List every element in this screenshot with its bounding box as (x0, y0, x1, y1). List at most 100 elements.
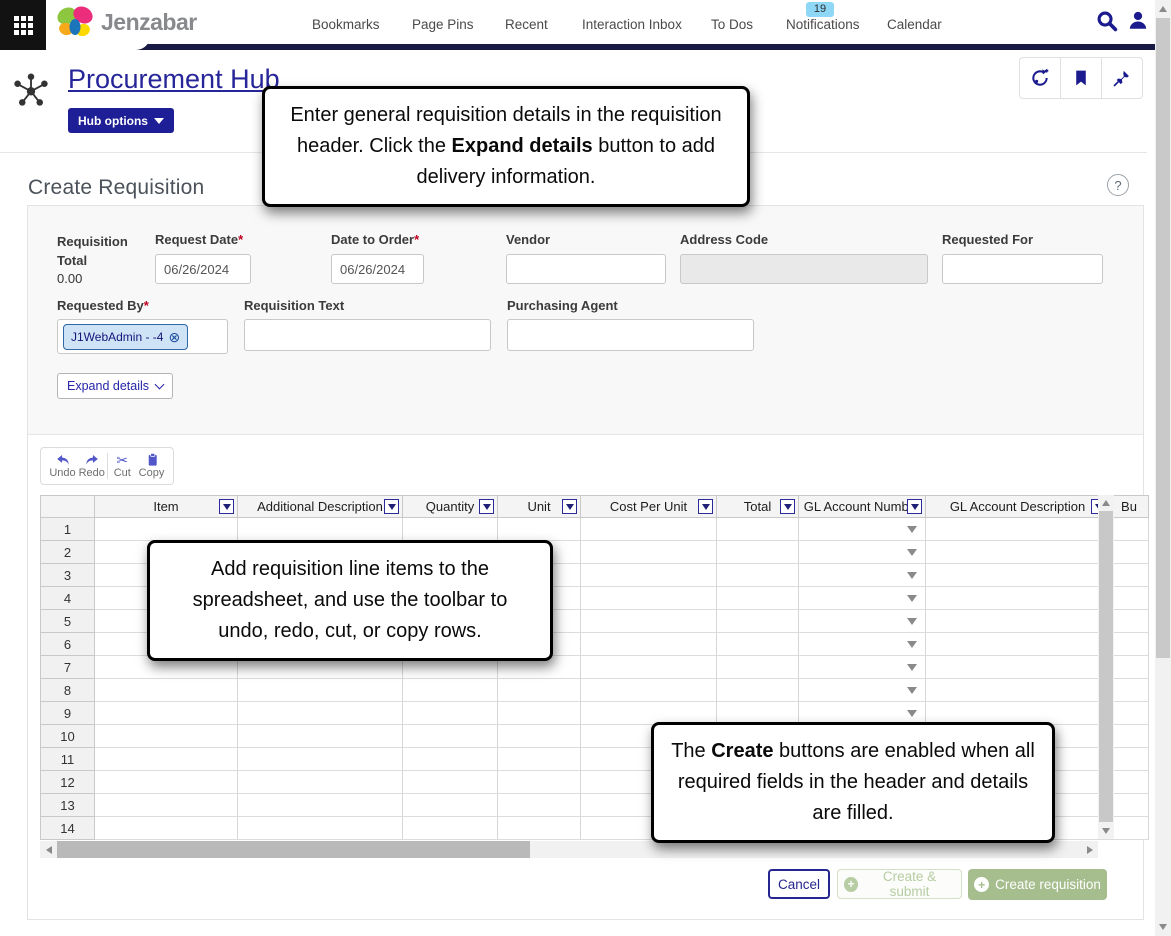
row-header[interactable]: 11 (41, 748, 95, 771)
grid-cell[interactable] (926, 610, 1110, 633)
grid-cell[interactable] (799, 518, 926, 541)
nav-interaction-inbox[interactable]: Interaction Inbox (582, 17, 682, 32)
grid-cell[interactable] (1110, 702, 1149, 725)
filter-button[interactable] (479, 499, 494, 514)
grid-cell[interactable] (95, 725, 238, 748)
nav-bookmarks[interactable]: Bookmarks (312, 17, 380, 32)
requisition-text-input[interactable] (244, 319, 491, 351)
grid-cell[interactable] (498, 817, 581, 840)
row-header[interactable]: 10 (41, 725, 95, 748)
grid-cell[interactable] (926, 587, 1110, 610)
grid-cell[interactable] (498, 702, 581, 725)
grid-cell[interactable] (1110, 518, 1149, 541)
grid-cell[interactable] (926, 679, 1110, 702)
row-header[interactable]: 3 (41, 564, 95, 587)
grid-cell[interactable] (498, 771, 581, 794)
grid-cell[interactable] (717, 541, 799, 564)
grid-cell[interactable] (403, 679, 498, 702)
request-date-input[interactable] (155, 254, 251, 284)
undo-button[interactable]: Undo (48, 452, 77, 480)
hub-options-button[interactable]: Hub options (68, 108, 174, 133)
grid-cell[interactable] (1110, 771, 1149, 794)
grid-cell[interactable] (1110, 564, 1149, 587)
grid-cell[interactable] (238, 817, 403, 840)
grid-cell[interactable] (717, 518, 799, 541)
grid-cell[interactable] (581, 518, 717, 541)
page-vertical-scrollbar[interactable] (1155, 0, 1171, 936)
grid-cell[interactable] (717, 679, 799, 702)
nav-page-pins[interactable]: Page Pins (412, 17, 474, 32)
date-to-order-input[interactable] (331, 254, 424, 284)
row-header[interactable]: 7 (41, 656, 95, 679)
grid-cell[interactable] (238, 725, 403, 748)
grid-cell[interactable] (581, 587, 717, 610)
row-header[interactable]: 5 (41, 610, 95, 633)
grid-cell[interactable] (581, 633, 717, 656)
grid-cell[interactable] (799, 679, 926, 702)
grid-cell[interactable] (95, 679, 238, 702)
copy-button[interactable]: Copy (137, 452, 166, 480)
grid-cell[interactable] (717, 587, 799, 610)
grid-cell[interactable] (717, 633, 799, 656)
grid-cell[interactable] (498, 794, 581, 817)
grid-cell[interactable] (1110, 748, 1149, 771)
grid-cell[interactable] (403, 817, 498, 840)
requested-by-input[interactable]: J1WebAdmin - -4 ⊗ (57, 319, 228, 354)
nav-recent[interactable]: Recent (505, 17, 548, 32)
grid-cell[interactable] (581, 679, 717, 702)
scroll-down-arrow-icon[interactable] (1159, 924, 1167, 930)
filter-button[interactable] (907, 499, 922, 514)
grid-cell[interactable] (581, 610, 717, 633)
recents-add-button[interactable] (1019, 57, 1061, 99)
row-header[interactable]: 4 (41, 587, 95, 610)
grid-cell[interactable] (498, 725, 581, 748)
grid-cell[interactable] (581, 656, 717, 679)
app-launcher-button[interactable] (0, 0, 46, 50)
grid-cell[interactable] (1110, 794, 1149, 817)
grid-cell[interactable] (926, 518, 1110, 541)
row-header[interactable]: 9 (41, 702, 95, 725)
grid-cell[interactable] (95, 794, 238, 817)
grid-cell[interactable] (95, 817, 238, 840)
grid-cell[interactable] (1110, 656, 1149, 679)
grid-cell[interactable] (238, 794, 403, 817)
grid-cell[interactable] (238, 771, 403, 794)
row-header[interactable]: 14 (41, 817, 95, 840)
row-header[interactable]: 1 (41, 518, 95, 541)
grid-cell[interactable] (1110, 817, 1149, 840)
grid-cell[interactable] (799, 656, 926, 679)
grid-hscroll-thumb[interactable] (57, 841, 530, 858)
chip-remove-icon[interactable]: ⊗ (168, 330, 180, 344)
grid-cell[interactable] (238, 679, 403, 702)
user-profile-icon[interactable] (1128, 10, 1148, 35)
grid-cell[interactable] (498, 748, 581, 771)
pin-button[interactable] (1101, 57, 1143, 99)
grid-cell[interactable] (717, 656, 799, 679)
hub-title-link[interactable]: Procurement Hub (68, 64, 280, 95)
grid-cell[interactable] (498, 518, 581, 541)
grid-scroll-right-icon[interactable] (1081, 841, 1098, 858)
cell-dropdown-icon[interactable] (907, 572, 917, 579)
cell-dropdown-icon[interactable] (907, 526, 917, 533)
scroll-up-arrow-icon[interactable] (1159, 6, 1167, 12)
grid-horizontal-scrollbar[interactable] (40, 841, 1098, 858)
grid-cell[interactable] (799, 587, 926, 610)
grid-cell[interactable] (403, 725, 498, 748)
search-icon[interactable] (1096, 10, 1118, 37)
grid-cell[interactable] (238, 518, 403, 541)
grid-cell[interactable] (1110, 587, 1149, 610)
create-requisition-button[interactable]: + Create requisition (968, 869, 1107, 900)
grid-cell[interactable] (799, 610, 926, 633)
cell-dropdown-icon[interactable] (907, 664, 917, 671)
grid-scroll-down-icon[interactable] (1102, 828, 1110, 834)
cancel-button[interactable]: Cancel (768, 869, 830, 899)
cell-dropdown-icon[interactable] (907, 549, 917, 556)
grid-cell[interactable] (581, 564, 717, 587)
cell-dropdown-icon[interactable] (907, 687, 917, 694)
nav-notifications[interactable]: Notifications (786, 17, 860, 32)
grid-vscroll-thumb[interactable] (1099, 511, 1113, 822)
grid-cell[interactable] (1110, 610, 1149, 633)
grid-cell[interactable] (926, 564, 1110, 587)
filter-button[interactable] (562, 499, 577, 514)
grid-cell[interactable] (926, 656, 1110, 679)
